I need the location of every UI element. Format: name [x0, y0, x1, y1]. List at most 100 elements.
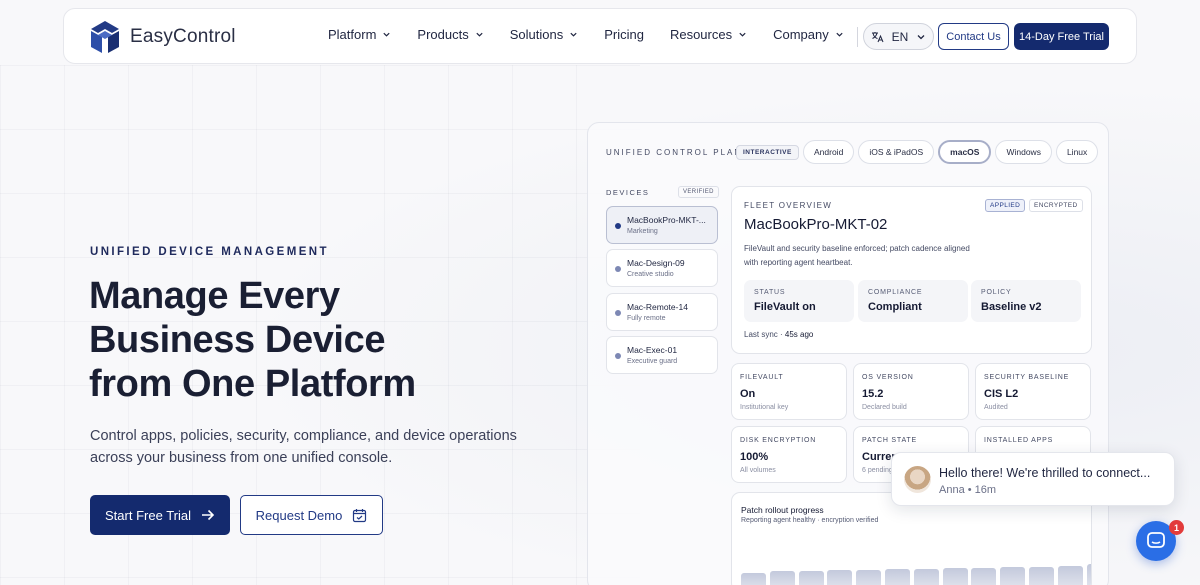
- device-name: Mac-Exec-01: [627, 345, 678, 355]
- rollout-bars: [741, 493, 1091, 585]
- language-selector[interactable]: EN: [863, 23, 934, 50]
- tile-os-version: OS VERSION 15.2 Declared build: [853, 363, 969, 420]
- start-free-trial-button[interactable]: Start Free Trial: [90, 495, 230, 535]
- encrypted-badge: ENCRYPTED: [1029, 199, 1083, 212]
- status-dot: [615, 353, 621, 359]
- tile-label: FILEVAULT: [740, 374, 784, 381]
- headline-line: from One Platform: [89, 363, 416, 405]
- menu-products-label: Products: [417, 27, 469, 42]
- rollout-bar: [942, 568, 968, 585]
- rollout-bar: [856, 570, 882, 585]
- tab-windows[interactable]: Windows: [995, 140, 1052, 164]
- menu-products[interactable]: Products: [417, 27, 483, 42]
- tab-ios-ipados[interactable]: iOS & iPadOS: [858, 140, 935, 164]
- menu-solutions[interactable]: Solutions: [510, 27, 578, 42]
- last-sync-value: 45s ago: [784, 330, 814, 339]
- device-item[interactable]: Mac-Exec-01 Executive guard: [606, 336, 718, 374]
- translate-icon: [871, 31, 884, 42]
- rollout-bar: [769, 571, 795, 585]
- rollout-bar: [971, 568, 997, 585]
- chat-preview[interactable]: Hello there! We're thrilled to connect..…: [891, 452, 1175, 506]
- top-navbar: EasyControl Platform Products Solutions …: [63, 8, 1137, 64]
- tile-sub: Declared build: [862, 404, 907, 411]
- tab-linux[interactable]: Linux: [1055, 140, 1099, 164]
- rollout-bar: [1000, 567, 1026, 585]
- chat-meta: Anna • 16m: [939, 484, 997, 496]
- device-item[interactable]: MacBookPro-MKT-... Marketing: [606, 206, 718, 244]
- menu-pricing-label: Pricing: [604, 27, 644, 42]
- stat-status: STATUS FileVault on: [744, 280, 854, 322]
- device-name: MacBookPro-MKT-...: [627, 215, 706, 225]
- device-name: Mac-Design-09: [627, 258, 685, 268]
- device-item[interactable]: Mac-Design-09 Creative studio: [606, 249, 718, 287]
- menu-resources-label: Resources: [669, 27, 733, 42]
- free-trial-button[interactable]: 14-Day Free Trial: [1014, 23, 1109, 50]
- interactive-badge: INTERACTIVE: [736, 145, 799, 160]
- rollout-bar: [798, 571, 824, 585]
- menu-solutions-label: Solutions: [509, 27, 564, 42]
- hero-subtext: Control apps, policies, security, compli…: [90, 428, 517, 466]
- menu-company-label: Company: [773, 27, 829, 42]
- contact-us-button[interactable]: Contact Us: [938, 23, 1009, 50]
- tile-filevault: FILEVAULT On Institutional key: [731, 363, 847, 420]
- headline-line: Business Device: [89, 319, 386, 361]
- tile-label: PATCH STATE: [862, 437, 917, 444]
- menu-platform-label: Platform: [328, 27, 377, 42]
- hero-eyebrow: UNIFIED DEVICE MANAGEMENT: [90, 246, 329, 258]
- tab-android[interactable]: Android: [803, 140, 855, 164]
- menu-platform[interactable]: Platform: [328, 27, 391, 42]
- applied-badge: APPLIED: [985, 199, 1026, 212]
- rollout-bar: [913, 569, 939, 585]
- rollout-bar: [1086, 564, 1091, 585]
- tile-security-baseline: SECURITY BASELINE CIS L2 Audited: [975, 363, 1091, 420]
- tile-sub: Institutional key: [740, 404, 789, 411]
- tab-macos[interactable]: macOS: [938, 140, 992, 164]
- stat-label: POLICY: [981, 289, 1012, 296]
- chevron-down-icon: [917, 34, 925, 39]
- tile-disk-encryption: DISK ENCRYPTION 100% All volumes: [731, 426, 847, 483]
- tile-label: OS VERSION: [862, 374, 914, 381]
- chat-sender: Anna: [939, 484, 965, 496]
- device-group: Fully remote: [627, 315, 666, 322]
- last-sync: Last sync · 45s ago: [744, 330, 813, 339]
- control-plane-console: UNIFIED CONTROL PLANE INTERACTIVE Androi…: [587, 122, 1109, 585]
- status-dot: [615, 223, 621, 229]
- fleet-overview-label: FLEET OVERVIEW: [744, 201, 833, 210]
- tile-value: On: [740, 388, 756, 400]
- device-name: Mac-Remote-14: [627, 302, 688, 312]
- fleet-overview-card: FLEET OVERVIEW APPLIED ENCRYPTED MacBook…: [731, 186, 1092, 354]
- calendar-check-icon: [353, 508, 367, 522]
- status-dot: [615, 310, 621, 316]
- menu-resources[interactable]: Resources: [670, 27, 747, 42]
- device-group: Marketing: [627, 228, 658, 235]
- device-title: MacBookPro-MKT-02: [744, 216, 888, 233]
- main-menu: Platform Products Solutions Pricing Reso…: [328, 27, 870, 42]
- chevron-down-icon: [476, 32, 483, 37]
- device-group: Executive guard: [627, 358, 678, 365]
- status-dot: [615, 266, 621, 272]
- last-sync-label: Last sync ·: [744, 330, 785, 339]
- brand-name[interactable]: EasyControl: [130, 26, 236, 48]
- nav-divider: [857, 27, 858, 47]
- start-free-trial-label: Start Free Trial: [105, 507, 191, 523]
- rollout-bar: [1057, 566, 1083, 585]
- avatar: [904, 466, 931, 493]
- chat-time: 16m: [974, 484, 997, 496]
- request-demo-button[interactable]: Request Demo: [240, 495, 383, 535]
- menu-pricing[interactable]: Pricing: [604, 27, 644, 42]
- os-tabs: Android iOS & iPadOS macOS Windows Linux: [803, 140, 1099, 164]
- stat-compliance: COMPLIANCE Compliant: [858, 280, 968, 322]
- rollout-bar: [827, 570, 853, 585]
- easycontrol-logo-icon[interactable]: [90, 20, 120, 54]
- device-item[interactable]: Mac-Remote-14 Fully remote: [606, 293, 718, 331]
- chat-message: Hello there! We're thrilled to connect..…: [939, 466, 1151, 480]
- console-label: UNIFIED CONTROL PLANE: [606, 148, 750, 157]
- menu-company[interactable]: Company: [773, 27, 844, 42]
- chevron-down-icon: [383, 32, 391, 37]
- request-demo-label: Request Demo: [255, 507, 343, 523]
- headline-line: Manage Every: [89, 275, 340, 317]
- tile-sub: All volumes: [740, 467, 776, 474]
- stat-label: STATUS: [754, 289, 786, 296]
- chevron-down-icon: [739, 32, 746, 37]
- rollout-bar: [741, 573, 766, 585]
